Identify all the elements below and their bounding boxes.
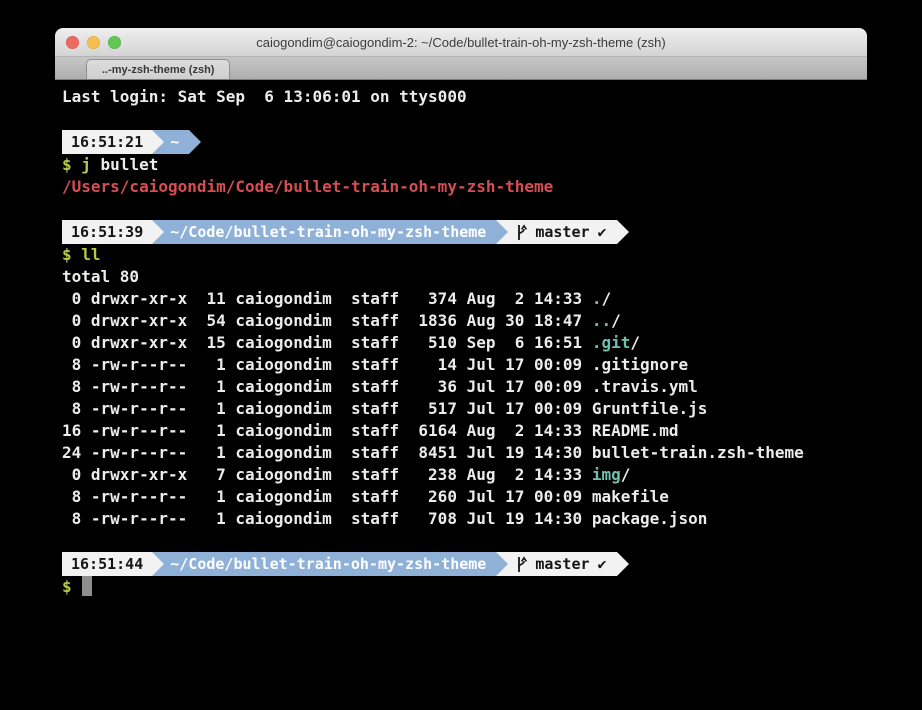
close-button[interactable] [66, 36, 79, 49]
git-segment: master ✔ [508, 220, 616, 244]
dir-slash: / [621, 465, 631, 484]
file-meta: 8 -rw-r--r-- 1 caiogondim staff 260 Jul … [62, 487, 592, 506]
listing-row: 8 -rw-r--r-- 1 caiogondim staff 708 Jul … [62, 508, 867, 530]
file-name: . [592, 289, 602, 308]
prompt-symbol: $ [62, 155, 81, 174]
tab-bar: ..-my-zsh-theme (zsh) [55, 57, 867, 80]
listing-row: 8 -rw-r--r-- 1 caiogondim staff 517 Jul … [62, 398, 867, 420]
file-name: .travis.yml [592, 377, 698, 396]
file-meta: 24 -rw-r--r-- 1 caiogondim staff 8451 Ju… [62, 443, 592, 462]
listing-row: 0 drwxr-xr-x 15 caiogondim staff 510 Sep… [62, 332, 867, 354]
prompt-time: 16:51:44 [71, 553, 143, 575]
file-name: Gruntfile.js [592, 399, 708, 418]
file-name: .. [592, 311, 611, 330]
file-meta: 16 -rw-r--r-- 1 caiogondim staff 6164 Au… [62, 421, 592, 440]
time-segment: 16:51:21 [62, 130, 152, 154]
file-name: makefile [592, 487, 669, 506]
listing-row: 8 -rw-r--r-- 1 caiogondim staff 260 Jul … [62, 486, 867, 508]
terminal-content[interactable]: Last login: Sat Sep 6 13:06:01 on ttys00… [55, 80, 867, 710]
powerline-separator-icon [189, 130, 201, 154]
git-segment: master ✔ [508, 552, 616, 576]
prompt-bar-1: 16:51:21 ~ [62, 130, 867, 154]
listing-row: 16 -rw-r--r-- 1 caiogondim staff 6164 Au… [62, 420, 867, 442]
current-command-line: $ [62, 576, 867, 598]
file-name: img [592, 465, 621, 484]
prompt-time: 16:51:39 [71, 221, 143, 243]
listing-row: 24 -rw-r--r-- 1 caiogondim staff 8451 Ju… [62, 442, 867, 464]
git-clean-check-icon: ✔ [598, 221, 607, 243]
listing-row: 8 -rw-r--r-- 1 caiogondim staff 36 Jul 1… [62, 376, 867, 398]
prompt-time: 16:51:21 [71, 131, 143, 153]
git-branch-name: master [535, 221, 589, 243]
dir-slash: / [601, 289, 611, 308]
window-title: caiogondim@caiogondim-2: ~/Code/bullet-t… [256, 35, 666, 50]
powerline-separator-icon [152, 220, 164, 244]
file-meta: 0 drwxr-xr-x 54 caiogondim staff 1836 Au… [62, 311, 592, 330]
command-line: $ ll [62, 244, 867, 266]
file-meta: 0 drwxr-xr-x 11 caiogondim staff 374 Aug… [62, 289, 592, 308]
tab-label: ..-my-zsh-theme (zsh) [102, 64, 214, 76]
path-segment: ~/Code/bullet-train-oh-my-zsh-theme [164, 552, 496, 576]
command-text: ll [81, 245, 100, 264]
time-segment: 16:51:44 [62, 552, 152, 576]
last-login-line: Last login: Sat Sep 6 13:06:01 on ttys00… [62, 86, 867, 108]
prompt-path: ~/Code/bullet-train-oh-my-zsh-theme [170, 221, 486, 243]
git-branch-name: master [535, 553, 589, 575]
command-text: j [81, 155, 91, 174]
prompt-symbol: $ [62, 245, 81, 264]
file-meta: 0 drwxr-xr-x 7 caiogondim staff 238 Aug … [62, 465, 592, 484]
powerline-separator-icon [152, 130, 164, 154]
zoom-button[interactable] [108, 36, 121, 49]
file-name: bullet-train.zsh-theme [592, 443, 804, 462]
git-branch-icon [516, 556, 527, 573]
listing-row: 8 -rw-r--r-- 1 caiogondim staff 14 Jul 1… [62, 354, 867, 376]
file-meta: 0 drwxr-xr-x 15 caiogondim staff 510 Sep… [62, 333, 592, 352]
traffic-lights [66, 28, 121, 56]
total-line: total 80 [62, 266, 867, 288]
file-name: README.md [592, 421, 679, 440]
git-clean-check-icon: ✔ [598, 553, 607, 575]
git-branch-icon [516, 224, 527, 241]
powerline-separator-icon [496, 220, 508, 244]
dir-slash: / [630, 333, 640, 352]
file-meta: 8 -rw-r--r-- 1 caiogondim staff 36 Jul 1… [62, 377, 592, 396]
file-name: package.json [592, 509, 708, 528]
prompt-path: ~/Code/bullet-train-oh-my-zsh-theme [170, 553, 486, 575]
time-segment: 16:51:39 [62, 220, 152, 244]
terminal-window: caiogondim@caiogondim-2: ~/Code/bullet-t… [55, 28, 867, 710]
file-meta: 8 -rw-r--r-- 1 caiogondim staff 14 Jul 1… [62, 355, 592, 374]
file-meta: 8 -rw-r--r-- 1 caiogondim staff 517 Jul … [62, 399, 592, 418]
jump-output-line: /Users/caiogondim/Code/bullet-train-oh-m… [62, 176, 867, 198]
command-line: $ j bullet [62, 154, 867, 176]
file-listing: 0 drwxr-xr-x 11 caiogondim staff 374 Aug… [62, 288, 867, 530]
title-bar[interactable]: caiogondim@caiogondim-2: ~/Code/bullet-t… [55, 28, 867, 57]
path-segment: ~ [164, 130, 189, 154]
powerline-separator-icon [152, 552, 164, 576]
path-segment: ~/Code/bullet-train-oh-my-zsh-theme [164, 220, 496, 244]
prompt-bar-2: 16:51:39 ~/Code/bullet-train-oh-my-zsh-t… [62, 220, 867, 244]
powerline-separator-icon [617, 220, 629, 244]
minimize-button[interactable] [87, 36, 100, 49]
dir-slash: / [611, 311, 621, 330]
powerline-separator-icon [496, 552, 508, 576]
powerline-separator-icon [617, 552, 629, 576]
file-name: .gitignore [592, 355, 688, 374]
command-args: bullet [91, 155, 158, 174]
tab-my-zsh-theme[interactable]: ..-my-zsh-theme (zsh) [86, 59, 230, 79]
file-meta: 8 -rw-r--r-- 1 caiogondim staff 708 Jul … [62, 509, 592, 528]
cursor-block [82, 576, 92, 596]
listing-row: 0 drwxr-xr-x 54 caiogondim staff 1836 Au… [62, 310, 867, 332]
prompt-bar-3: 16:51:44 ~/Code/bullet-train-oh-my-zsh-t… [62, 552, 867, 576]
prompt-symbol: $ [62, 577, 81, 596]
file-name: .git [592, 333, 631, 352]
listing-row: 0 drwxr-xr-x 7 caiogondim staff 238 Aug … [62, 464, 867, 486]
listing-row: 0 drwxr-xr-x 11 caiogondim staff 374 Aug… [62, 288, 867, 310]
prompt-path: ~ [170, 131, 179, 153]
